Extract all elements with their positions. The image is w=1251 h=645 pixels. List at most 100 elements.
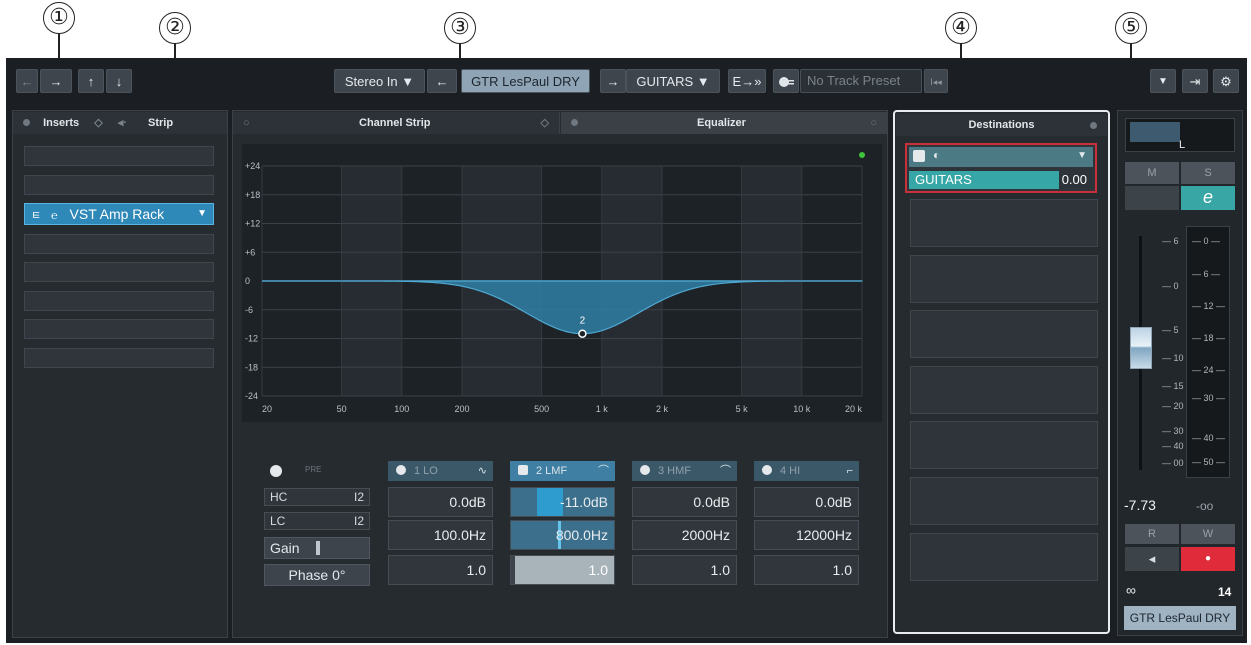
equalizer-tab[interactable]: Equalizer ○ <box>561 112 887 134</box>
insert-dropdown-icon[interactable]: ▼ <box>197 204 207 224</box>
eq-band-1-header[interactable]: 1 LO ∿ <box>388 461 493 481</box>
eq-graph[interactable]: +24 +18 +12 +6 0 -6 -12 -18 -24 20 50 100 200 500 1 k 2… <box>242 144 882 422</box>
volume-fader-handle[interactable] <box>1130 327 1152 369</box>
eq-band-2-gain-field[interactable]: -11.0dB <box>510 487 615 517</box>
eq-pre-power-icon[interactable] <box>270 465 282 477</box>
strip-toggle-icon[interactable]: ◂· <box>118 117 127 129</box>
hc-control[interactable]: HC I2 <box>264 488 370 506</box>
eq-db-tick-label: -6 <box>245 305 253 315</box>
input-arrow-icon[interactable]: ← <box>427 69 457 93</box>
inserts-bypass-icon[interactable]: ◇ <box>94 117 102 129</box>
send-slot-3[interactable] <box>910 255 1098 303</box>
lc-control[interactable]: LC I2 <box>264 512 370 530</box>
eq-freq-tick-label: 500 <box>534 404 549 414</box>
insert-slot-5[interactable] <box>24 262 214 282</box>
listen-button[interactable] <box>1125 186 1179 210</box>
volume-readout[interactable]: -7.73 <box>1124 497 1156 513</box>
phase-button[interactable]: Phase 0° <box>264 564 370 586</box>
send-level-slider[interactable]: GUITARS 0.00 <box>909 171 1093 189</box>
channel-name-field[interactable]: GTR LesPaul DRY <box>461 69 590 93</box>
eq-band-1-freq-field[interactable]: 100.0Hz <box>388 520 493 550</box>
channel-strip-bypass-icon[interactable]: ◇ <box>541 112 549 134</box>
eq-band-2-handle[interactable] <box>578 329 587 338</box>
eq-band-4-gain-field[interactable]: 0.0dB <box>754 487 859 517</box>
pan-control[interactable]: L <box>1125 118 1235 152</box>
track-preset-field[interactable]: No Track Preset <box>800 69 922 93</box>
eq-band-2-shape-icon[interactable]: ⌒ <box>598 461 609 481</box>
fader-scale-label: — 15 <box>1162 381 1184 391</box>
tab-strip[interactable]: Strip <box>148 117 173 129</box>
forward-button[interactable]: → <box>40 69 72 93</box>
send-slot-4[interactable] <box>910 310 1098 358</box>
peak-readout[interactable]: -oo <box>1196 499 1213 513</box>
fader-scale-label: — 30 <box>1162 426 1184 436</box>
routing-icon[interactable]: E→» <box>728 69 766 93</box>
insert-slot-6[interactable] <box>24 291 214 311</box>
gain-slider-handle[interactable] <box>316 541 320 555</box>
eq-band-1-gain-field[interactable]: 0.0dB <box>388 487 493 517</box>
insert-slot-8[interactable] <box>24 348 214 368</box>
equalizer-power-icon[interactable]: ○ <box>870 112 877 134</box>
eq-band-1-q-field[interactable]: 1.0 <box>388 555 493 585</box>
eq-band-2-freq-field[interactable]: 800.0Hz <box>510 520 615 550</box>
send-pre-post-icon[interactable]: ◐ <box>933 148 940 162</box>
output-arrow-icon[interactable]: → <box>600 69 626 93</box>
eq-band-1-power-icon[interactable] <box>396 465 406 475</box>
insert-slot-3[interactable]: ㅌ ℮ VST Amp Rack ▼ <box>24 203 214 225</box>
eq-db-tick-label: 0 <box>245 276 250 286</box>
output-routing-select[interactable]: GUITARS ▼ <box>626 69 720 93</box>
send-dropdown-icon[interactable]: ▼ <box>1077 150 1087 161</box>
tab-inserts[interactable]: Inserts <box>43 117 79 129</box>
read-automation-button[interactable]: R <box>1125 524 1179 544</box>
eq-band-2-power-icon[interactable] <box>518 465 528 475</box>
send-slot-7[interactable] <box>910 477 1098 525</box>
send-slot-5[interactable] <box>910 366 1098 414</box>
edit-channel-button[interactable]: e <box>1181 186 1235 210</box>
insert-slot-2[interactable] <box>24 175 214 195</box>
send-slot-6[interactable] <box>910 421 1098 469</box>
eq-band-4-q-field[interactable]: 1.0 <box>754 555 859 585</box>
down-button[interactable]: ↓ <box>106 69 132 93</box>
eq-band-3-shape-icon[interactable]: ⌒ <box>720 461 731 481</box>
insert-bypass-icon[interactable]: ㅌ <box>31 210 41 222</box>
channel-strip-power-icon[interactable]: ○ <box>243 117 250 129</box>
eq-band-4-power-icon[interactable] <box>762 465 772 475</box>
track-preset-icon[interactable] <box>773 69 799 93</box>
back-button[interactable]: ← <box>16 69 38 93</box>
export-icon[interactable]: ⇥ <box>1182 69 1208 93</box>
eq-band-4-header[interactable]: 4 HI ⌐ <box>754 461 859 481</box>
channel-strip-tab[interactable]: ○ Channel Strip ◇ <box>233 112 560 134</box>
eq-band-4-freq-field[interactable]: 12000Hz <box>754 520 859 550</box>
record-enable-button[interactable]: ● <box>1181 547 1235 571</box>
eq-band-2-header[interactable]: 2 LMF ⌒ <box>510 461 615 481</box>
preset-reset-button[interactable]: I◂◂ <box>924 69 948 93</box>
insert-slot-7[interactable] <box>24 319 214 339</box>
insert-slot-1[interactable] <box>24 146 214 166</box>
monitor-button[interactable]: ◂ <box>1125 547 1179 571</box>
link-icon[interactable]: ∞ <box>1126 582 1136 598</box>
eq-db-tick-label: -12 <box>245 334 258 344</box>
input-routing-select[interactable]: Stereo In ▼ <box>334 69 425 93</box>
eq-band-4-shape-icon[interactable]: ⌐ <box>847 461 853 481</box>
eq-band-3-gain-field[interactable]: 0.0dB <box>632 487 737 517</box>
insert-slot-4[interactable] <box>24 234 214 254</box>
settings-gear-icon[interactable]: ⚙ <box>1213 69 1239 93</box>
eq-band-3-power-icon[interactable] <box>640 465 650 475</box>
send-power-icon[interactable] <box>913 150 925 162</box>
eq-band-2-q-field[interactable]: 1.0 <box>510 555 615 585</box>
send-slot-1[interactable]: ◐ ▼ GUITARS 0.00 <box>905 143 1097 193</box>
eq-band-3-header[interactable]: 3 HMF ⌒ <box>632 461 737 481</box>
mute-button[interactable]: M <box>1125 162 1179 184</box>
eq-band-3-freq-field[interactable]: 2000Hz <box>632 520 737 550</box>
gain-slider[interactable]: Gain <box>264 537 370 559</box>
up-button[interactable]: ↑ <box>78 69 104 93</box>
functions-menu-button[interactable]: ▼ <box>1150 69 1176 93</box>
send-slot-2[interactable] <box>910 199 1098 247</box>
eq-band-1-shape-icon[interactable]: ∿ <box>478 461 487 481</box>
solo-button[interactable]: S <box>1181 162 1235 184</box>
insert-edit-icon[interactable]: ℮ <box>51 210 58 222</box>
eq-band-3-q-field[interactable]: 1.0 <box>632 555 737 585</box>
send-slot-8[interactable] <box>910 533 1098 581</box>
write-automation-button[interactable]: W <box>1181 524 1235 544</box>
channel-name-label[interactable]: GTR LesPaul DRY <box>1124 606 1236 630</box>
